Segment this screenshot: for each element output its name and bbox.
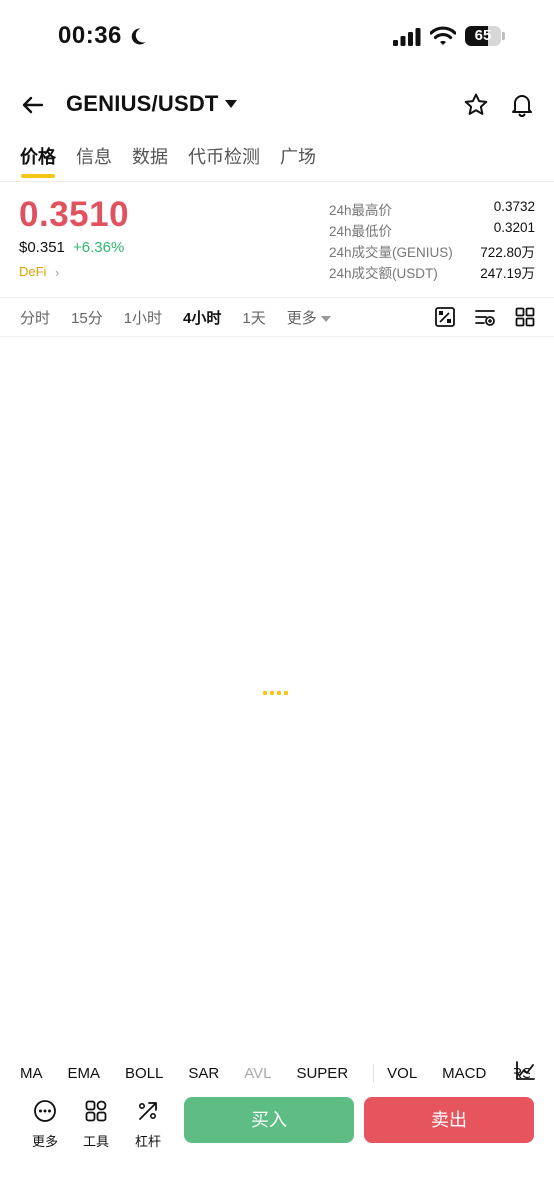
stat-label: 24h成交量(GENIUS) <box>329 245 453 260</box>
back-arrow-icon[interactable] <box>18 90 48 120</box>
pair-dropdown-caret-icon[interactable] <box>224 99 238 109</box>
tab-square[interactable]: 广场 <box>280 143 316 179</box>
battery-indicator: 65 <box>465 26 505 48</box>
indicator-macd[interactable]: MACD <box>442 1065 486 1082</box>
tools-grid-icon <box>85 1100 107 1122</box>
tools-label: 工具 <box>82 1134 109 1149</box>
timeframe-more[interactable]: 更多 <box>287 307 331 328</box>
leverage-label: 杠杆 <box>134 1134 161 1149</box>
tab-token-check[interactable]: 代币检测 <box>188 143 260 179</box>
timeframe-1d[interactable]: 1天 <box>242 307 265 328</box>
draw-tool-icon[interactable] <box>434 306 456 328</box>
indicator-vol[interactable]: VOL <box>387 1065 417 1082</box>
pair-title[interactable]: GENIUS/USDT <box>66 91 219 117</box>
stat-row-turnover: 24h成交额(USDT) 247.19万 <box>329 262 535 283</box>
tab-data[interactable]: 数据 <box>132 143 168 179</box>
timeframe-selector: 分时 15分 1小时 4小时 1天 更多 <box>20 307 352 328</box>
timeframe-4h[interactable]: 4小时 <box>183 307 221 328</box>
stat-label: 24h最低价 <box>329 224 393 239</box>
notification-bell-icon[interactable] <box>509 92 535 118</box>
indicator-ema[interactable]: EMA <box>68 1065 101 1082</box>
market-tabs: 价格 信息 数据 代币检测 广场 <box>20 143 336 183</box>
stat-row-volume: 24h成交量(GENIUS) 722.80万 <box>329 241 535 262</box>
indicator-avl[interactable]: AVL <box>244 1065 271 1082</box>
timeframe-1h[interactable]: 1小时 <box>124 307 162 328</box>
cellular-signal-icon <box>393 28 421 46</box>
price-divider <box>0 297 554 298</box>
indicator-ma[interactable]: MA <box>20 1065 43 1082</box>
indicator-sar[interactable]: SAR <box>188 1065 219 1082</box>
timeframe-tick[interactable]: 分时 <box>20 307 50 328</box>
sell-button[interactable]: 卖出 <box>364 1097 534 1143</box>
stat-label: 24h最高价 <box>329 203 393 218</box>
caret-down-icon <box>320 316 331 323</box>
timeframe-more-label: 更多 <box>286 310 317 327</box>
stat-row-high: 24h最高价 0.3732 <box>329 199 535 220</box>
moon-icon <box>131 28 146 45</box>
price-change-percent: +6.36% <box>73 239 125 256</box>
wifi-icon <box>430 26 456 45</box>
sector-tag[interactable]: DeFi <box>19 264 46 279</box>
indicator-bar: MA EMA BOLL SAR AVL SUPER VOL MACD RSI <box>20 1062 530 1084</box>
more-dots-icon <box>34 1100 56 1122</box>
more-action[interactable]: 更多 <box>27 1099 63 1150</box>
timeframe-divider <box>0 336 554 337</box>
24h-stats: 24h最高价 0.3732 24h最低价 0.3201 24h成交量(GENIU… <box>329 199 535 283</box>
stat-value: 0.3732 <box>493 199 535 214</box>
timeframe-15m[interactable]: 15分 <box>71 307 103 328</box>
indicator-boll[interactable]: BOLL <box>125 1065 163 1082</box>
stat-label: 24h成交额(USDT) <box>329 266 438 281</box>
stat-value: 722.80万 <box>480 245 535 260</box>
leverage-icon <box>138 1102 157 1120</box>
stat-value: 247.19万 <box>480 266 535 281</box>
indicator-super[interactable]: SUPER <box>296 1065 348 1082</box>
last-price: 0.3510 <box>19 195 130 234</box>
layout-grid-icon[interactable] <box>514 306 536 328</box>
buy-button[interactable]: 买入 <box>184 1097 354 1143</box>
tools-action[interactable]: 工具 <box>78 1099 114 1150</box>
tabs-divider <box>0 181 554 182</box>
more-label: 更多 <box>31 1134 58 1149</box>
price-usd: $0.351 <box>19 239 65 256</box>
chevron-right-icon[interactable]: › <box>55 265 59 280</box>
leverage-action[interactable]: 杠杆 <box>130 1099 166 1150</box>
tab-info[interactable]: 信息 <box>76 143 112 179</box>
chart-indicator-icon[interactable] <box>514 1060 536 1082</box>
indicator-fade <box>490 1058 514 1086</box>
stat-row-low: 24h最低价 0.3201 <box>329 220 535 241</box>
tab-price[interactable]: 价格 <box>20 143 56 179</box>
stat-value: 0.3201 <box>493 220 535 235</box>
indicator-separator <box>373 1064 375 1082</box>
battery-level-text: 65 <box>474 27 492 44</box>
status-time: 00:36 <box>58 22 122 49</box>
chart-loading-indicator <box>263 691 288 695</box>
favorite-star-icon[interactable] <box>463 92 489 118</box>
indicator-settings-icon[interactable] <box>474 306 496 328</box>
